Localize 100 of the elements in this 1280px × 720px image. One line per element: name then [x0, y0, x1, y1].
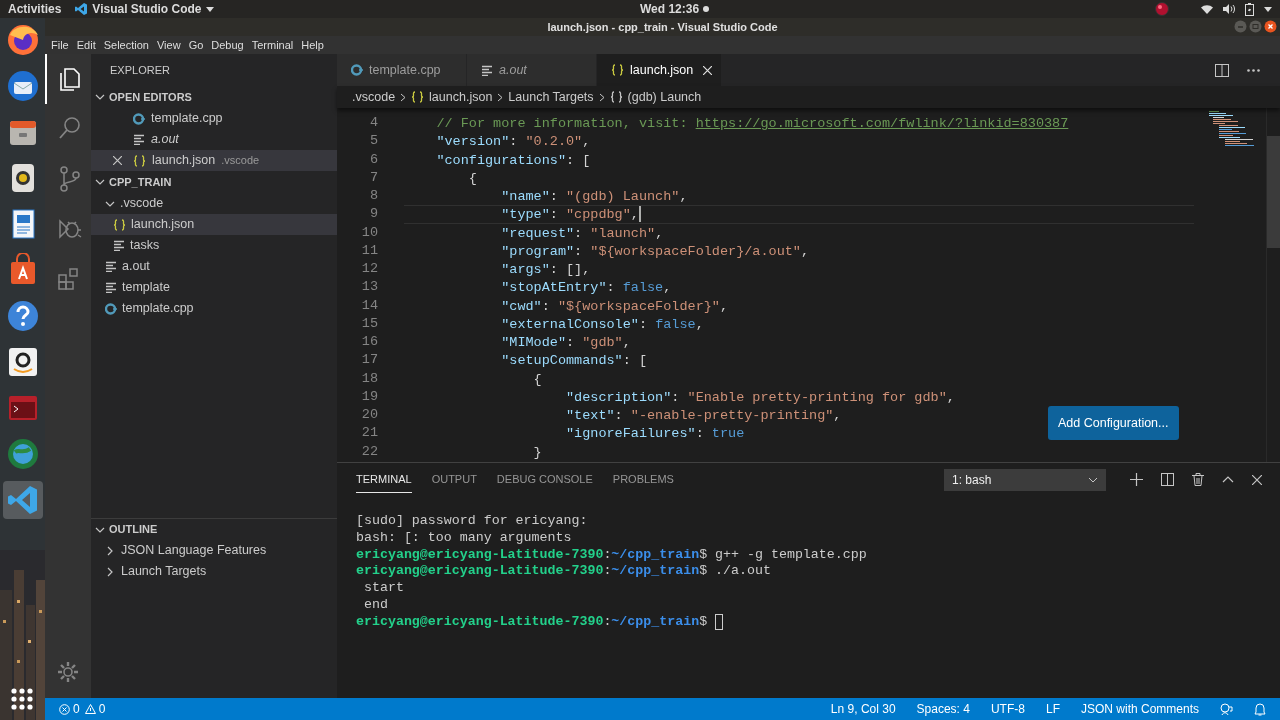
code-token: , — [630, 206, 639, 223]
code-link[interactable]: https://go.microsoft.com/fwlink/?linkid=830387 — [695, 115, 1069, 132]
line-number: 14 — [360, 296, 378, 315]
section-header[interactable]: OUTLINE — [109, 521, 158, 538]
caret-down-icon[interactable] — [1264, 6, 1272, 12]
file-tree-item[interactable]: a.out — [91, 256, 337, 277]
terminal-text: [sudo] password for ericyang: — [356, 513, 588, 530]
file-path: .vscode — [221, 153, 260, 169]
chevron-down-icon[interactable] — [95, 177, 105, 187]
lines-file-icon — [105, 282, 117, 293]
code-token: "cppdbg" — [566, 206, 631, 223]
panel-tab[interactable]: DEBUG CONSOLE — [496, 465, 593, 494]
close-icon[interactable] — [1252, 474, 1262, 485]
battery-icon[interactable] — [1245, 2, 1254, 16]
editor-tab[interactable]: template.cpp — [337, 54, 467, 86]
terminal-text: : — [603, 563, 612, 581]
status-item[interactable]: Ln 9, Col 30 — [830, 700, 896, 718]
menu-item[interactable]: File — [47, 36, 73, 54]
apps-grid-icon[interactable] — [11, 688, 33, 710]
menu-item[interactable]: Help — [297, 36, 328, 54]
chevron-right-icon — [598, 92, 605, 102]
chevron-down-icon — [1088, 476, 1098, 483]
add-configuration-button[interactable]: Add Configuration... — [1048, 406, 1179, 440]
code-token: "args" — [501, 261, 550, 278]
lines-file-icon — [133, 134, 145, 145]
file-tree-item[interactable]: template.cpp — [91, 298, 337, 319]
wifi-icon[interactable] — [1201, 4, 1213, 14]
terminal-text: : — [603, 546, 612, 564]
problems-status[interactable]: 0 0 — [59, 700, 106, 718]
app-menu-label: Visual Studio Code — [92, 1, 202, 18]
plus-icon[interactable] — [1130, 473, 1143, 486]
editor-tab[interactable]: a.out — [467, 54, 597, 86]
breadcrumb-item[interactable]: launch.json — [411, 87, 493, 107]
menu-item[interactable]: Debug — [207, 36, 248, 54]
menu-item[interactable]: Edit — [72, 36, 100, 54]
panel-tab[interactable]: TERMINAL — [356, 465, 412, 494]
file-tree-item[interactable]: template — [91, 277, 337, 298]
settings-icon[interactable] — [56, 660, 80, 684]
editor-tab[interactable]: launch.json — [597, 54, 722, 86]
more-icon[interactable] — [1247, 68, 1260, 72]
breadcrumb-item[interactable]: Launch Targets — [508, 87, 594, 107]
chevron-right-icon[interactable] — [105, 566, 115, 577]
panel-tab[interactable]: PROBLEMS — [612, 465, 674, 494]
close-icon[interactable] — [703, 65, 713, 75]
open-editor-item[interactable]: template.cpp — [91, 108, 337, 129]
menu-item[interactable]: Terminal — [247, 36, 298, 54]
section-header[interactable]: OPEN EDITORS — [109, 88, 192, 106]
trash-icon[interactable] — [1192, 473, 1204, 486]
braces-icon — [609, 91, 623, 103]
status-item[interactable]: JSON with Comments — [1080, 700, 1199, 718]
line-number: 21 — [360, 424, 378, 443]
terminal-select[interactable]: 1: bash — [944, 468, 1106, 491]
feedback-icon[interactable] — [1220, 702, 1233, 716]
file-tree-item[interactable]: .vscode — [91, 193, 337, 214]
code-token: : — [549, 206, 559, 223]
cpp-file-icon — [351, 64, 363, 76]
help-icon — [5, 299, 40, 333]
code-token: "request" — [501, 224, 575, 241]
menu-item[interactable]: Selection — [99, 36, 153, 54]
terminal-text: ~/cpp_train — [611, 546, 700, 564]
sidebar-title: EXPLORER — [110, 62, 170, 78]
clock[interactable]: Wed 12:36 — [640, 0, 700, 18]
open-editor-item[interactable]: a.out — [91, 129, 337, 150]
code-token: , — [679, 188, 688, 205]
chevron-down-icon[interactable] — [95, 92, 105, 102]
code-token: , — [663, 279, 672, 296]
open-editor-item[interactable]: launch.json .vscode — [91, 150, 337, 171]
panel-tab[interactable]: OUTPUT — [431, 465, 477, 494]
activities-button[interactable]: Activities — [8, 0, 62, 18]
record-icon[interactable] — [1155, 2, 1169, 16]
code-token: , — [833, 407, 842, 424]
breadcrumb-item[interactable]: (gdb) Launch — [609, 87, 702, 107]
code-token: "version" — [436, 133, 510, 150]
code-token: "-enable-pretty-printing" — [630, 407, 834, 424]
split-icon[interactable] — [1161, 473, 1174, 486]
code-token: { — [533, 370, 542, 387]
split-editor-icon[interactable] — [1215, 63, 1229, 77]
menu-item[interactable]: View — [152, 36, 185, 54]
app-menu[interactable]: Visual Studio Code — [75, 0, 215, 18]
close-button[interactable] — [1264, 20, 1277, 33]
firefox-icon — [5, 23, 40, 57]
dot-icon — [703, 6, 710, 12]
file-tree-item[interactable]: tasks — [91, 235, 337, 256]
chevron-up-icon[interactable] — [1222, 476, 1234, 483]
status-item[interactable]: Spaces: 4 — [916, 700, 970, 718]
scrollbar-thumb[interactable] — [1267, 136, 1280, 248]
close-icon[interactable] — [113, 156, 122, 165]
section-header[interactable]: CPP_TRAIN — [109, 173, 172, 191]
code-token: "Enable pretty-printing for gdb" — [687, 388, 947, 405]
status-item[interactable]: UTF-8 — [990, 700, 1025, 718]
error-icon — [59, 703, 70, 715]
menu-item[interactable]: Go — [184, 36, 208, 54]
bell-icon[interactable] — [1254, 702, 1266, 716]
outline-item[interactable]: Launch Targets — [91, 561, 337, 582]
file-tree-item[interactable]: launch.json — [91, 214, 337, 235]
breadcrumb-item[interactable]: .vscode — [352, 87, 396, 107]
chevron-right-icon[interactable] — [105, 545, 115, 556]
outline-item[interactable]: JSON Language Features — [91, 540, 337, 561]
volume-icon[interactable] — [1223, 4, 1235, 14]
status-item[interactable]: LF — [1045, 700, 1060, 718]
